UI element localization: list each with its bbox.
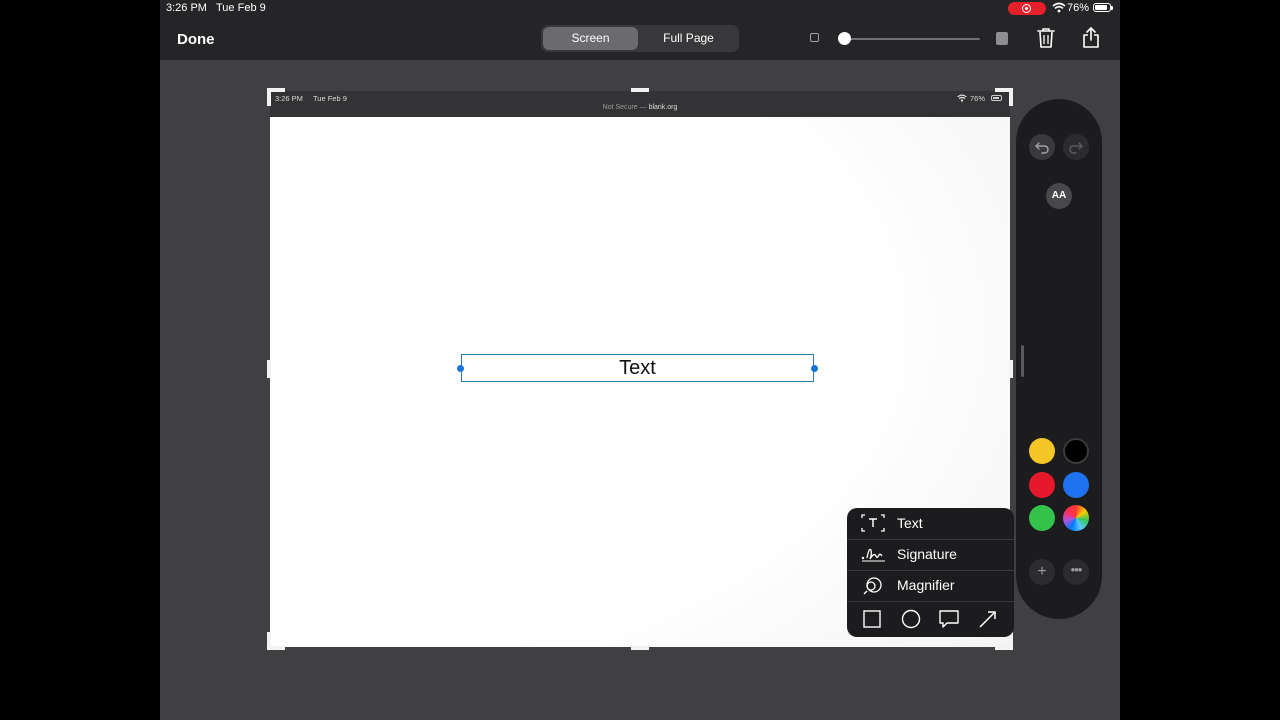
tab-screen[interactable]: Screen [543, 27, 638, 50]
url-prefix: Not Secure — [602, 104, 649, 111]
signature-icon [861, 548, 885, 562]
square-icon[interactable] [860, 607, 884, 631]
trash-icon[interactable] [1036, 27, 1056, 49]
menu-item-signature[interactable]: Signature [847, 539, 1014, 570]
done-button[interactable]: Done [177, 31, 215, 48]
record-icon [1022, 4, 1031, 13]
arrow-icon[interactable] [976, 607, 1000, 631]
share-icon[interactable] [1082, 27, 1100, 49]
color-swatch-red[interactable] [1029, 472, 1055, 498]
speech-bubble-icon[interactable] [937, 607, 961, 631]
tool-palette: AA + ••• [1016, 99, 1102, 619]
circle-icon[interactable] [899, 607, 923, 631]
capture-mode-control: Screen Full Page [541, 25, 739, 52]
crop-handle-top-right[interactable] [1009, 88, 1013, 106]
more-button[interactable]: ••• [1063, 559, 1089, 585]
status-date: Tue Feb 9 [216, 2, 266, 14]
menu-item-label: Text [897, 515, 923, 531]
wifi-icon [1052, 2, 1066, 13]
battery-icon [1093, 3, 1113, 12]
screenshot-battery-icon [991, 95, 1002, 101]
color-swatch-green[interactable] [1029, 505, 1055, 531]
markup-screen: 3:26 PM Tue Feb 9 76% Done Screen Full P… [160, 0, 1120, 720]
menu-item-label: Signature [897, 546, 957, 562]
opacity-slider-track[interactable] [840, 38, 980, 40]
opacity-slider-thumb[interactable] [838, 32, 851, 45]
crop-handle-bottom-left[interactable] [267, 632, 271, 650]
screenshot-date: Tue Feb 9 [313, 94, 347, 103]
add-menu-popover: Text Signature Magnifier [847, 508, 1014, 637]
menu-item-magnifier[interactable]: Magnifier [847, 570, 1014, 601]
crop-handle-bottom[interactable] [631, 646, 649, 650]
undo-button[interactable] [1029, 134, 1055, 160]
opacity-high-icon [996, 32, 1008, 45]
color-picker-button[interactable] [1063, 505, 1089, 531]
magnifier-icon [863, 577, 882, 595]
opacity-low-icon [810, 33, 819, 42]
text-annotation-label[interactable]: Text [462, 355, 813, 381]
color-swatch-black[interactable] [1063, 438, 1089, 464]
screenshot-status-bar: 3:26 PM Tue Feb 9 76% Not Secure — blank… [270, 91, 1010, 117]
screenshot-wifi-icon [957, 94, 967, 102]
add-button[interactable]: + [1029, 559, 1055, 585]
color-swatch-yellow[interactable] [1029, 438, 1055, 464]
text-annotation[interactable]: Text [461, 354, 814, 382]
menu-item-label: Magnifier [897, 577, 955, 593]
crop-handle-top-left[interactable] [267, 88, 271, 106]
resize-handle-left[interactable] [457, 365, 464, 372]
tab-full-page[interactable]: Full Page [640, 27, 737, 50]
plus-icon: + [1037, 563, 1047, 580]
divider [847, 601, 1014, 602]
battery-percent: 76% [1067, 2, 1090, 14]
screenshot-url: Not Secure — blank.org [270, 104, 1010, 111]
resize-handle-right[interactable] [811, 365, 818, 372]
status-time: 3:26 PM [166, 2, 207, 14]
font-style-button[interactable]: AA [1046, 183, 1072, 209]
text-box-icon [861, 514, 885, 532]
crop-handle-left[interactable] [267, 360, 271, 378]
palette-grab-handle[interactable] [1021, 345, 1024, 377]
screenshot-time: 3:26 PM [275, 94, 303, 103]
menu-item-text[interactable]: Text [847, 508, 1014, 539]
redo-button[interactable] [1063, 134, 1089, 160]
status-bar: 3:26 PM Tue Feb 9 76% [160, 0, 1120, 17]
screenshot-battery-percent: 76% [970, 94, 986, 103]
url-host: blank.org [648, 104, 678, 111]
ellipsis-icon: ••• [1070, 562, 1083, 577]
undo-icon [1035, 142, 1049, 154]
toolbar: Done Screen Full Page [160, 17, 1120, 60]
crop-handle-right[interactable] [1009, 360, 1013, 378]
redo-icon [1069, 142, 1083, 154]
color-swatch-blue[interactable] [1063, 472, 1089, 498]
screen-recording-indicator[interactable] [1008, 2, 1046, 15]
crop-handle-top[interactable] [631, 88, 649, 92]
